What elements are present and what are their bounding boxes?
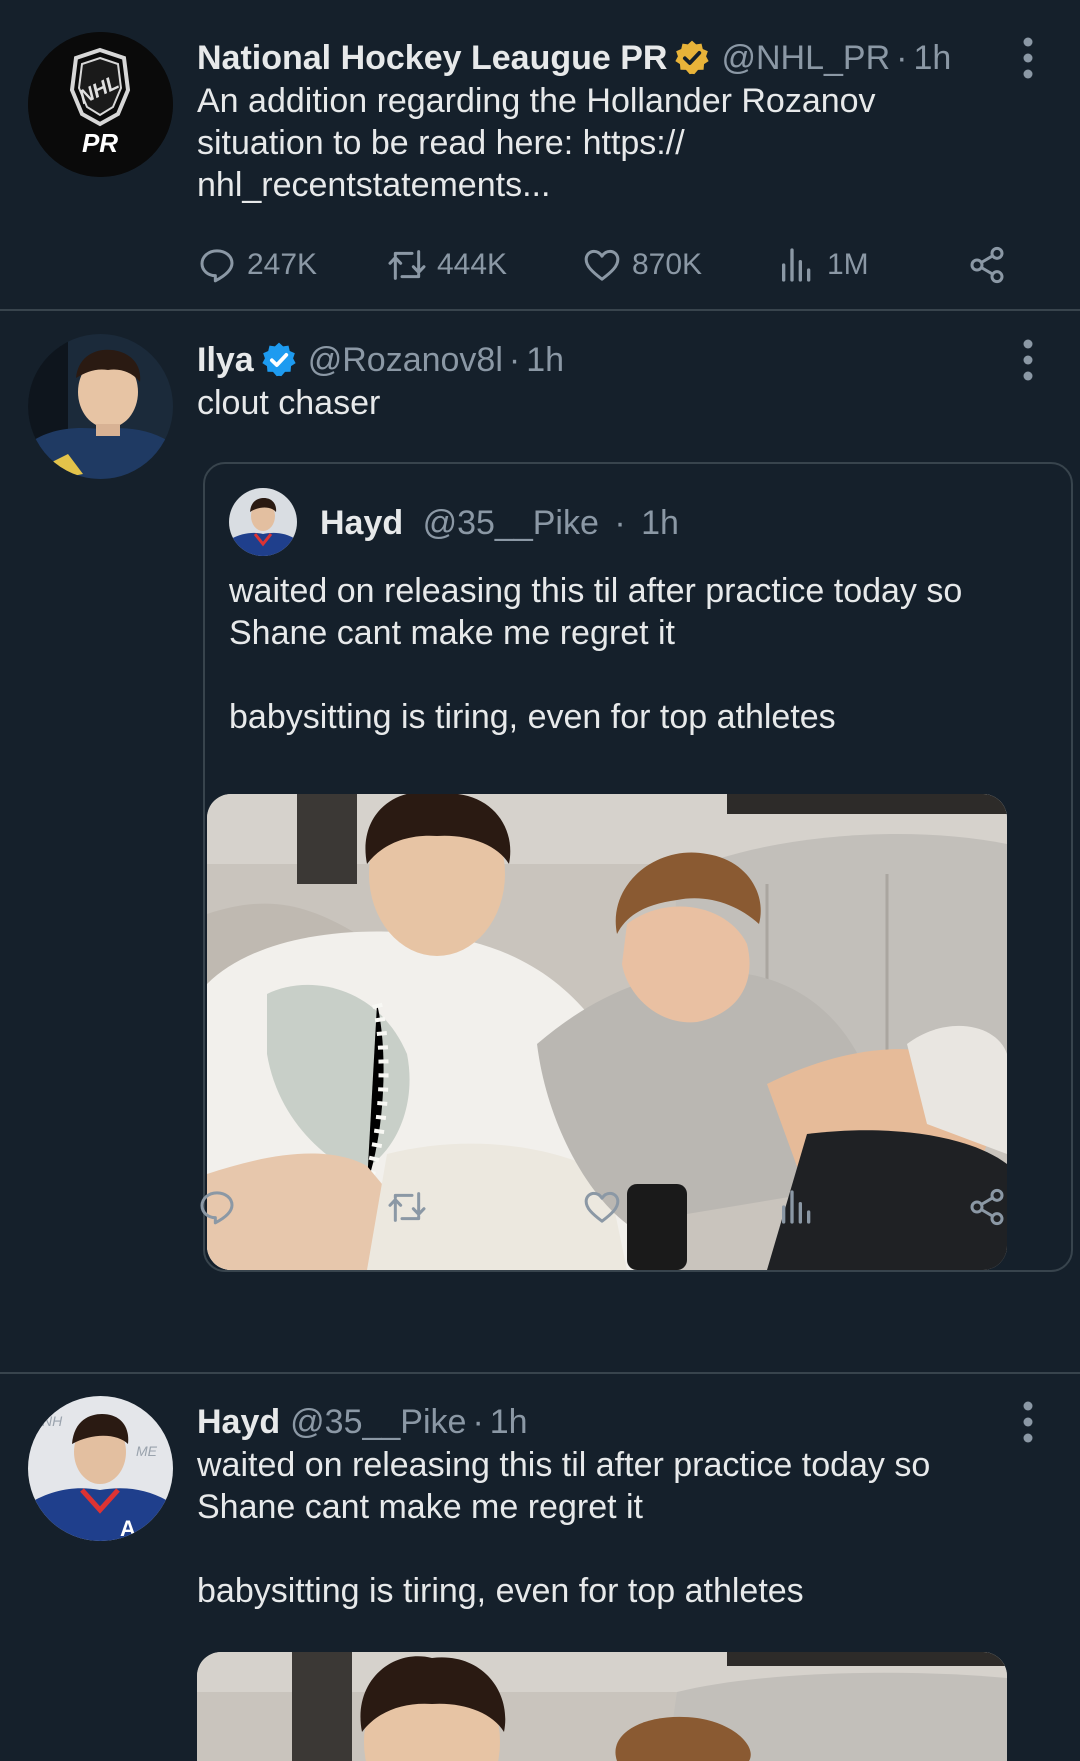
retweet-button[interactable] xyxy=(387,1187,437,1227)
divider xyxy=(0,309,1080,311)
views-button[interactable]: 1M xyxy=(777,245,869,285)
more-options-icon[interactable] xyxy=(1016,330,1040,390)
more-options-icon[interactable] xyxy=(1016,1392,1040,1452)
separator-dot: · xyxy=(472,1403,484,1441)
reply-count: 247K xyxy=(247,248,318,281)
separator-dot: · xyxy=(508,341,521,379)
retweet-icon xyxy=(388,250,426,280)
avatar-hayd-small[interactable] xyxy=(229,488,297,556)
quoted-author-handle[interactable]: @35__Pike xyxy=(423,504,599,542)
heart-icon xyxy=(584,249,620,281)
reply-icon xyxy=(200,249,234,283)
tweet-ilya[interactable]: Ilya @Rozanov8l · 1h clout chaser Hayd @… xyxy=(0,312,1080,1372)
share-button[interactable] xyxy=(967,245,1017,285)
like-count: 870K xyxy=(632,248,703,281)
quoted-tweet-text: waited on releasing this til after pract… xyxy=(229,572,963,736)
avatar-label: PR xyxy=(82,128,118,158)
author-name[interactable]: National Hockey Leaugue PR xyxy=(197,36,667,80)
heart-icon xyxy=(584,1191,620,1223)
tweet-header: National Hockey Leaugue PR @NHL_PR · 1h xyxy=(197,36,1040,80)
share-icon xyxy=(970,1188,1004,1226)
gold-verified-badge-icon xyxy=(673,39,711,77)
views-icon xyxy=(782,248,811,282)
retweet-button[interactable]: 444K xyxy=(387,245,507,285)
separator-dot: · xyxy=(614,504,626,542)
share-button[interactable] xyxy=(967,1187,1017,1227)
tweet-nhl-pr[interactable]: NHL PR National Hockey Leaugue PR @NHL_P… xyxy=(0,0,1080,310)
more-options-icon[interactable] xyxy=(1016,28,1040,88)
views-button[interactable] xyxy=(777,1187,827,1227)
timestamp[interactable]: 1h xyxy=(526,338,564,382)
author-handle[interactable]: @Rozanov8l xyxy=(308,338,503,382)
views-icon xyxy=(782,1190,811,1224)
quoted-tweet[interactable]: Hayd @35__Pike · 1h waited on releasing … xyxy=(203,462,1073,1272)
timestamp[interactable]: 1h xyxy=(913,36,951,80)
avatar-hayd[interactable]: NH ME A xyxy=(28,1396,173,1541)
timestamp[interactable]: 1h xyxy=(490,1400,528,1444)
reply-button[interactable] xyxy=(197,1187,247,1227)
author-name[interactable]: Ilya xyxy=(197,338,254,382)
avatar-nhl-pr[interactable]: NHL PR xyxy=(28,32,173,177)
quoted-timestamp[interactable]: 1h xyxy=(641,504,679,542)
svg-text:NH: NH xyxy=(42,1413,63,1429)
share-icon xyxy=(970,246,1004,284)
reply-button[interactable]: 247K xyxy=(197,245,317,285)
tweet-photo[interactable] xyxy=(197,1652,1007,1761)
tweet-hayd[interactable]: NH ME A Hayd @35__Pike · 1h waited on re… xyxy=(0,1374,1080,1761)
author-name[interactable]: Hayd xyxy=(197,1400,280,1444)
avatar-ilya[interactable] xyxy=(28,334,173,479)
svg-text:A: A xyxy=(120,1516,136,1541)
author-handle[interactable]: @NHL_PR xyxy=(721,36,890,80)
blue-verified-badge-icon xyxy=(260,341,298,379)
quoted-author-name[interactable]: Hayd xyxy=(320,504,403,542)
retweet-count: 444K xyxy=(437,248,508,281)
retweet-icon xyxy=(388,1192,426,1222)
view-count: 1M xyxy=(827,248,869,281)
reply-icon xyxy=(200,1191,234,1225)
tweet-header: Hayd @35__Pike · 1h xyxy=(197,1400,1040,1444)
tweet-text: An addition regarding the Hollander Roza… xyxy=(197,82,876,204)
like-button[interactable] xyxy=(582,1187,632,1227)
separator-dot: · xyxy=(896,39,908,77)
tweet-actions: 247K 444K 870K 1M xyxy=(197,240,1017,290)
tweet-header: Ilya @Rozanov8l · 1h xyxy=(197,338,1040,382)
tweet-text: clout chaser xyxy=(197,384,381,422)
quoted-tweet-header: Hayd @35__Pike · 1h xyxy=(320,502,679,544)
author-handle[interactable]: @35__Pike xyxy=(290,1400,466,1444)
tweet-text: waited on releasing this til after pract… xyxy=(197,1446,931,1610)
like-button[interactable]: 870K xyxy=(582,245,702,285)
tweet-actions xyxy=(197,1182,1017,1232)
svg-text:ME: ME xyxy=(136,1443,158,1459)
